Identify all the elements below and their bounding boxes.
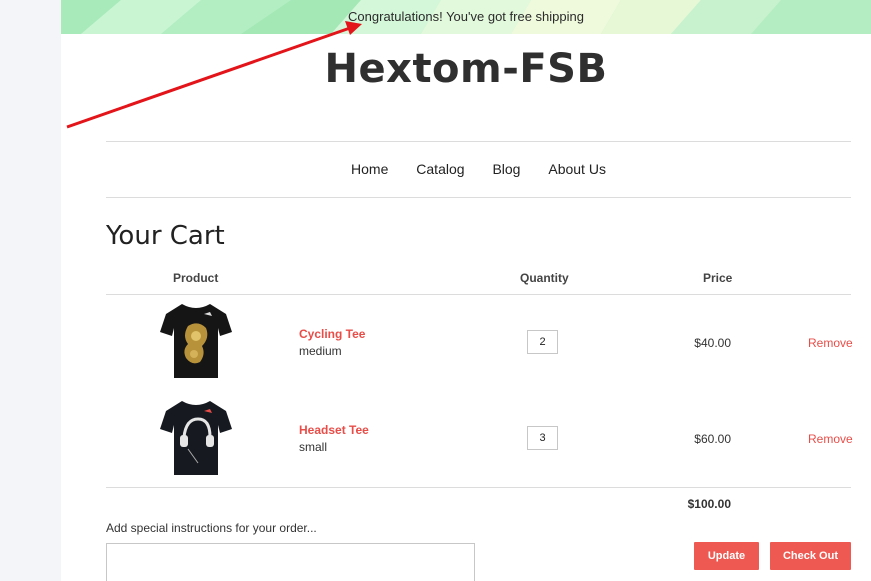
product-variant: medium <box>299 344 342 358</box>
table-header-divider <box>106 294 851 295</box>
column-header-price: Price <box>703 271 733 285</box>
table-footer-divider <box>106 487 851 488</box>
tshirt-headphones-print-icon[interactable] <box>158 399 233 477</box>
page-title: Your Cart <box>106 221 225 251</box>
line-price: $40.00 <box>694 336 731 350</box>
checkout-button[interactable]: Check Out <box>770 542 851 570</box>
special-instructions-label: Add special instructions for your order.… <box>106 521 317 535</box>
product-variant: small <box>299 440 328 454</box>
store-logo[interactable]: Hextom-FSB <box>61 46 871 92</box>
column-header-quantity: Quantity <box>520 271 569 285</box>
quantity-input[interactable] <box>527 426 558 450</box>
nav-top-divider <box>106 141 851 142</box>
product-name-link[interactable]: Cycling Tee <box>299 327 365 341</box>
main-nav: Home Catalog Blog About Us <box>106 161 851 177</box>
nav-bottom-divider <box>106 197 851 198</box>
remove-link[interactable]: Remove <box>808 432 853 446</box>
nav-home[interactable]: Home <box>351 161 388 177</box>
cart-subtotal: $100.00 <box>687 497 731 511</box>
banner-message: Congratulations! You've got free shippin… <box>348 9 584 24</box>
nav-catalog[interactable]: Catalog <box>416 161 464 177</box>
column-header-product: Product <box>173 271 219 285</box>
update-cart-button[interactable]: Update <box>694 542 759 570</box>
free-shipping-banner: Congratulations! You've got free shippin… <box>61 0 871 34</box>
store-page: Congratulations! You've got free shippin… <box>61 0 871 581</box>
quantity-input[interactable] <box>527 330 558 354</box>
tshirt-gold-print-icon[interactable] <box>158 302 233 380</box>
line-price: $60.00 <box>694 432 731 446</box>
nav-blog[interactable]: Blog <box>492 161 520 177</box>
nav-about-us[interactable]: About Us <box>548 161 606 177</box>
product-name-link[interactable]: Headset Tee <box>299 423 369 437</box>
special-instructions-field[interactable] <box>106 543 475 581</box>
remove-link[interactable]: Remove <box>808 336 853 350</box>
